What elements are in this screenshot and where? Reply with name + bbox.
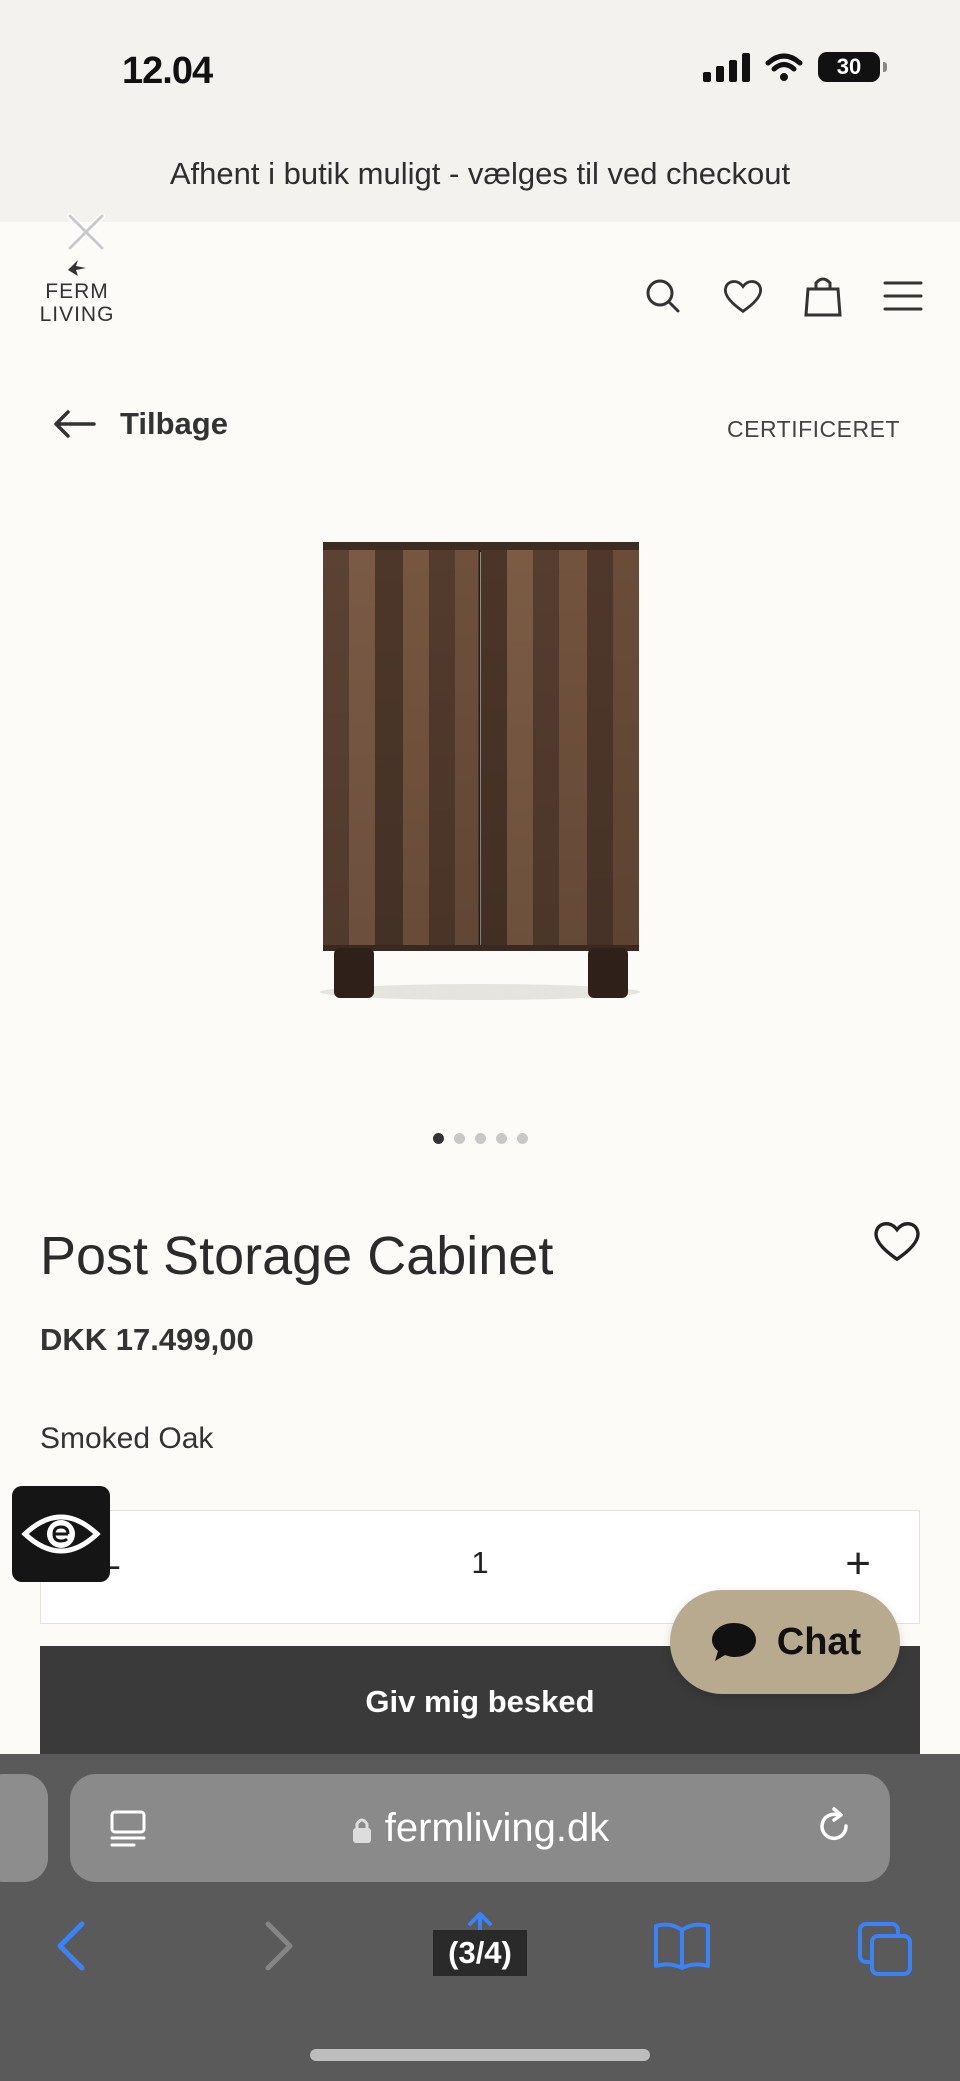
product-image[interactable]	[315, 540, 645, 1010]
quantity-increase-button[interactable]: +	[845, 1539, 871, 1589]
status-time: 12.04	[122, 50, 213, 92]
chat-button[interactable]: Chat	[670, 1590, 900, 1694]
accessibility-widget[interactable]	[12, 1486, 110, 1582]
back-link[interactable]: Tilbage	[52, 406, 228, 442]
search-icon[interactable]	[642, 275, 684, 317]
status-bar: 12.04 30	[0, 0, 960, 125]
shopping-bag-icon[interactable]	[802, 275, 844, 317]
forward-arrow-icon[interactable]	[262, 1920, 296, 1972]
header-actions	[642, 275, 924, 317]
brand-logo[interactable]: FERM LIVING	[36, 258, 118, 326]
browser-chrome: fermliving.dk (3/4)	[0, 1754, 960, 2081]
product-title: Post Storage Cabinet	[40, 1226, 554, 1286]
arrow-left-icon	[54, 410, 96, 438]
gallery-dot[interactable]	[432, 1133, 444, 1144]
url-text-container: fermliving.dk	[70, 1806, 890, 1851]
gallery-pagination	[0, 1133, 960, 1144]
wifi-icon	[765, 53, 803, 81]
close-icon[interactable]	[64, 210, 108, 254]
menu-icon[interactable]	[882, 275, 924, 317]
previous-tab-preview[interactable]	[0, 1774, 48, 1882]
product-price: DKK 17.499,00	[40, 1322, 254, 1357]
reload-icon[interactable]	[812, 1804, 856, 1848]
logo-text-ferm: FERM	[45, 280, 109, 303]
gallery-dot[interactable]	[453, 1133, 465, 1144]
certified-link[interactable]: CERTIFICERET	[727, 416, 900, 443]
back-arrow-icon[interactable]	[54, 1920, 88, 1972]
gallery-dot[interactable]	[474, 1133, 486, 1144]
home-indicator[interactable]	[310, 2049, 650, 2061]
url-text: fermliving.dk	[384, 1806, 610, 1850]
heart-icon[interactable]	[722, 275, 764, 317]
battery-icon: 30	[818, 52, 887, 82]
back-label: Tilbage	[120, 406, 228, 441]
back-row: Tilbage CERTIFICERET	[0, 390, 960, 470]
status-icons: 30	[703, 52, 887, 82]
cellular-signal-icon	[703, 52, 750, 82]
chat-label: Chat	[776, 1620, 862, 1663]
product-variant: Smoked Oak	[40, 1422, 214, 1455]
chat-bubble-icon	[711, 1623, 756, 1661]
gallery-dot[interactable]	[516, 1133, 528, 1144]
eye-accessibility-icon	[21, 1514, 101, 1554]
bird-logo-icon	[68, 260, 86, 276]
wishlist-heart-icon[interactable]	[872, 1218, 922, 1264]
lock-icon	[352, 1818, 371, 1844]
page-indicator: (3/4)	[433, 1930, 527, 1976]
gallery-dot[interactable]	[495, 1133, 507, 1144]
bookmarks-icon[interactable]	[652, 1920, 712, 1972]
tabs-icon[interactable]	[856, 1920, 914, 1976]
address-bar[interactable]: fermliving.dk	[70, 1774, 890, 1882]
quantity-value[interactable]: 1	[41, 1545, 919, 1581]
promo-banner: Afhent i butik muligt - vælges til ved c…	[0, 125, 960, 222]
logo-text-living: LIVING	[39, 303, 115, 326]
